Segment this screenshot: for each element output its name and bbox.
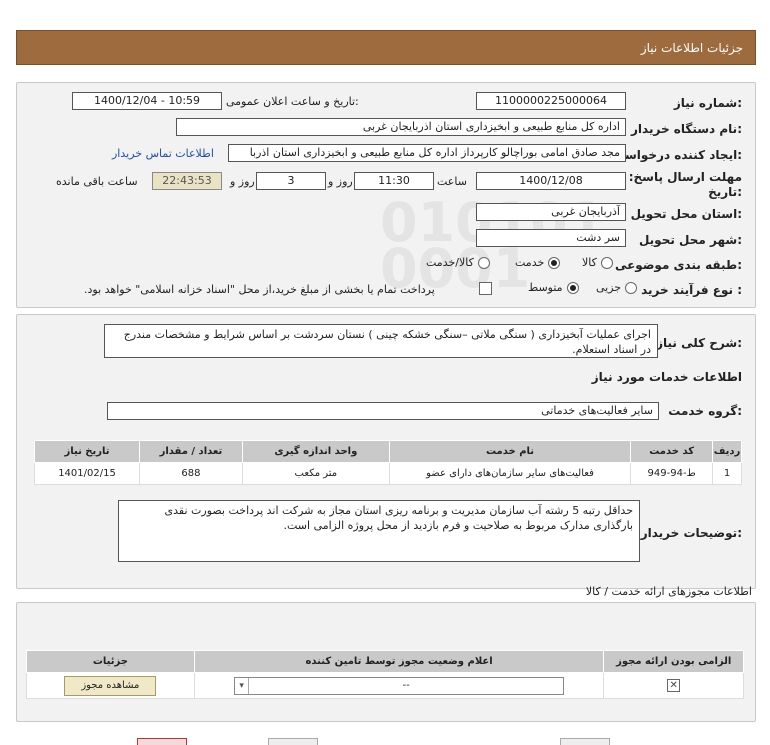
description-label: شرح کلی نیاز: [656, 336, 742, 350]
cell-permit-required: ✕ [603, 672, 744, 699]
time-label: ساعت [437, 175, 467, 188]
treasury-payment-note: پرداخت تمام یا بخشی از مبلغ خرید،از محل … [84, 283, 435, 296]
permits-section-title: اطلاعات مجوزهای ارائه خدمت / کالا [585, 585, 752, 598]
province-label: استان محل تحویل: [630, 207, 742, 221]
radio-goods-service-icon[interactable] [477, 256, 490, 269]
col-need-date: تاریخ نیاز [33, 440, 141, 463]
radio-minor-label: جزیی [596, 281, 622, 294]
buyer-org-field: اداره کل منابع طبیعی و ابخیزداری استان ا… [176, 118, 626, 136]
cell-row: 1 [712, 462, 742, 485]
announce-field: 1400/12/04 - 10:59 [72, 92, 222, 110]
category-radio-goods-service[interactable]: کالا/خدمت [426, 256, 490, 269]
need-number-field: 1100000225000064 [476, 92, 626, 110]
bottom-button-left[interactable] [137, 738, 187, 745]
need-info-panel [16, 82, 756, 308]
cell-permit-details: مشاهده مجوز [26, 672, 195, 699]
need-number-label: شماره نیاز: [673, 96, 742, 110]
col-unit: واحد اندازه گیری [241, 440, 390, 463]
deadline-label-date: تاریخ: [708, 185, 742, 199]
radio-goods-icon[interactable] [600, 256, 613, 269]
service-group-label: گروه خدمت: [668, 404, 742, 418]
radio-medium-label: متوسط [528, 281, 563, 294]
col-permit-required: الزامی بودن ارائه مجوز [603, 650, 744, 673]
cell-service-name: فعالیت‌های سایر سازمان‌های دارای عضو [388, 462, 632, 485]
days-unit-label: روز و [230, 175, 255, 188]
cell-unit: متر مکعب [241, 462, 390, 485]
city-label: شهر محل تحویل: [638, 233, 742, 247]
page-header: جزئیات اطلاعات نیاز [16, 30, 756, 65]
announce-label: تاریخ و ساعت اعلان عمومی: [226, 95, 359, 108]
table-row: ✕ ▾ -- مشاهده مجوز [26, 672, 744, 699]
view-permit-button[interactable]: مشاهده مجوز [64, 675, 157, 696]
bottom-button-middle[interactable] [268, 738, 318, 745]
radio-medium-icon[interactable] [566, 281, 579, 294]
disabled-checkbox-icon: ✕ [667, 679, 681, 692]
category-label: طبقه بندی موضوعی: [614, 258, 742, 272]
treasury-payment-checkbox[interactable] [479, 282, 492, 295]
col-service-code: کد خدمت [630, 440, 714, 463]
services-section-title: اطلاعات خدمات مورد نیاز [591, 370, 742, 384]
permit-status-select[interactable]: ▾ -- [234, 676, 565, 695]
permits-table: الزامی بودن ارائه مجوز اعلام وضعیت مجوز … [26, 650, 744, 699]
bottom-button-right[interactable] [560, 738, 610, 745]
radio-service-label: خدمت [515, 256, 545, 269]
city-field: سر دشت [476, 229, 626, 247]
deadline-time-field: 11:30 [354, 172, 434, 190]
cell-need-date: 1401/02/15 [33, 462, 141, 485]
col-permit-details: جزئیات [26, 650, 195, 673]
page-title: جزئیات اطلاعات نیاز [640, 41, 743, 55]
deadline-date-field: 1400/12/08 [476, 172, 626, 190]
process-label: نوع فرآیند خرید : [641, 283, 742, 297]
radio-minor-icon[interactable] [625, 281, 638, 294]
radio-service-icon[interactable] [548, 256, 561, 269]
col-permit-status: اعلام وضعیت مجوز توسط تامین کننده [193, 650, 605, 673]
days-label: روز و [328, 175, 353, 188]
days-field: 3 [256, 172, 326, 190]
permits-table-header: الزامی بودن ارائه مجوز اعلام وضعیت مجوز … [26, 650, 744, 673]
process-radio-minor[interactable]: جزیی [596, 281, 638, 294]
select-arrow-icon[interactable]: ▾ [235, 677, 250, 694]
creator-label: ایجاد کننده درخواست: [612, 148, 742, 162]
category-radio-goods[interactable]: کالا [582, 256, 613, 269]
col-quantity: تعداد / مقدار [139, 440, 243, 463]
cell-quantity: 688 [139, 462, 243, 485]
service-group-field: سایر فعالیت‌های خدماتی [107, 402, 659, 420]
services-table: ردیف کد خدمت نام خدمت واحد اندازه گیری ت… [33, 440, 742, 485]
category-radio-service[interactable]: خدمت [515, 256, 561, 269]
process-radio-medium[interactable]: متوسط [528, 281, 579, 294]
buyer-notes-label: توضیحات خریدار: [640, 526, 742, 540]
cell-service-code: ط-94-949 [630, 462, 714, 485]
remaining-label: ساعت باقی مانده [56, 175, 138, 188]
cell-permit-status: ▾ -- [193, 672, 605, 699]
radio-goods-label: کالا [582, 256, 597, 269]
services-table-header: ردیف کد خدمت نام خدمت واحد اندازه گیری ت… [33, 440, 742, 463]
province-field: آذربایجان غربی [476, 203, 626, 221]
col-service-name: نام خدمت [388, 440, 632, 463]
buyer-org-label: نام دستگاه خریدار: [631, 122, 742, 136]
radio-goods-service-label: کالا/خدمت [426, 256, 474, 269]
contact-buyer-link[interactable]: اطلاعات تماس خریدار [112, 147, 214, 160]
description-field: اجرای عملیات آبخیزداری ( سنگی ملاتی –سنگ… [104, 324, 658, 358]
creator-field: مجد صادق امامی بوراچالو کارپرداز اداره ک… [228, 144, 626, 162]
permit-status-value: -- [402, 680, 410, 691]
deadline-label: مهلت ارسال پاسخ: تا [615, 170, 743, 184]
col-row: ردیف [712, 440, 742, 463]
buyer-notes-field: حداقل رتبه 5 رشته آب سازمان مدیریت و برن… [118, 500, 640, 562]
remaining-time-field: 22:43:53 [152, 172, 222, 190]
table-row: 1 ط-94-949 فعالیت‌های سایر سازمان‌های دا… [33, 462, 742, 485]
